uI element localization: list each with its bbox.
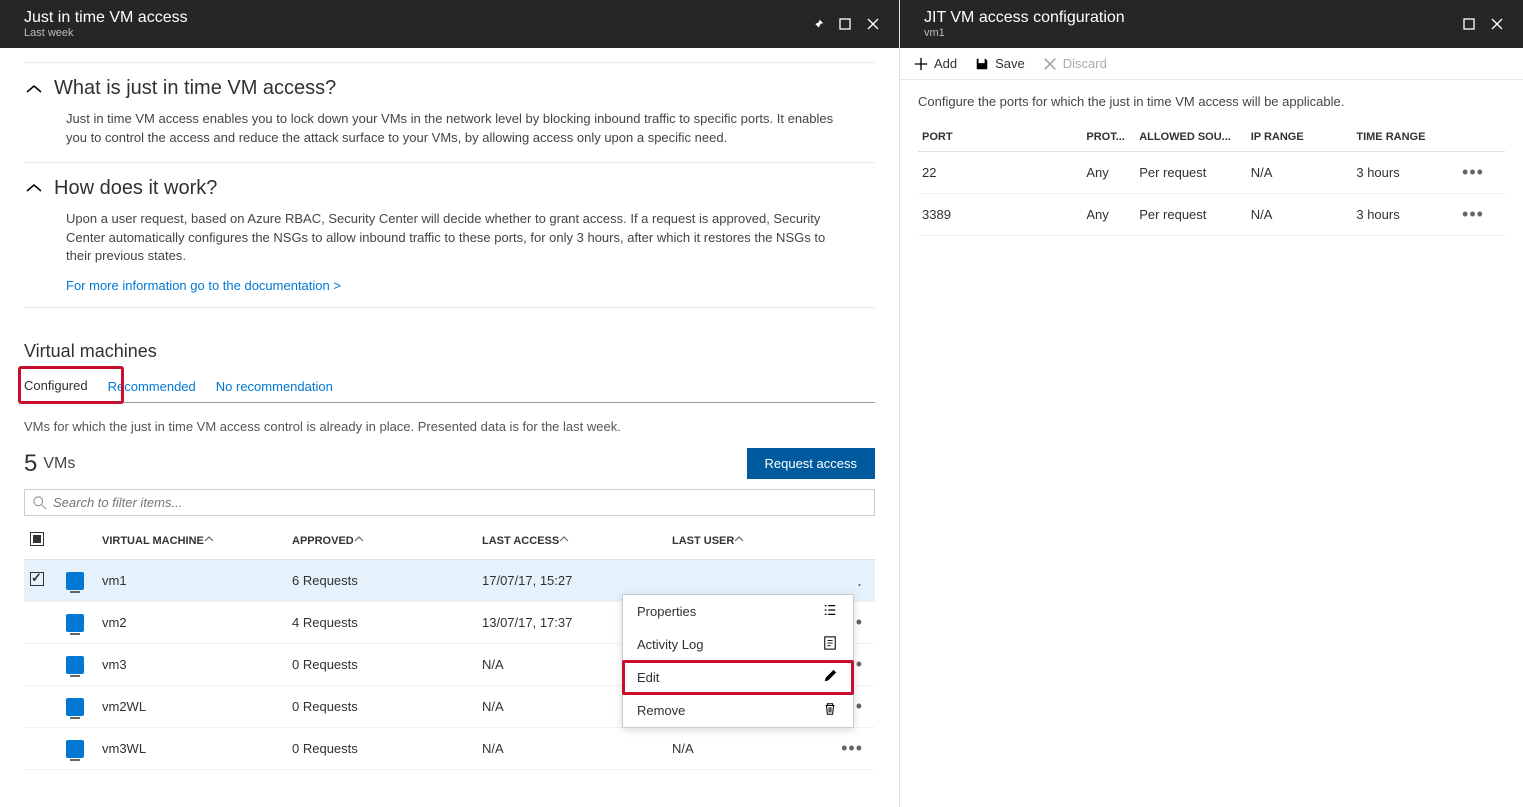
vm-icon [66, 614, 84, 632]
list-icon [823, 603, 839, 620]
menu-edit[interactable]: Edit [623, 661, 853, 694]
search-icon [33, 496, 47, 510]
col-timerange[interactable]: TIME RANGE [1352, 123, 1458, 152]
chevron-up-icon[interactable] [24, 182, 44, 194]
vm-section-title: Virtual machines [24, 341, 875, 362]
maximize-icon[interactable] [831, 10, 859, 38]
row-more-button[interactable]: ••• [1458, 194, 1505, 236]
cell-vm-name: vm2WL [96, 686, 286, 728]
search-box[interactable] [24, 489, 875, 516]
tabs-row: Configured Recommended No recommendation [24, 372, 875, 403]
cell-protocol: Any [1082, 194, 1135, 236]
table-row[interactable]: vm3WL0 RequestsN/AN/A••• [24, 728, 875, 770]
maximize-icon[interactable] [1455, 10, 1483, 38]
sort-icon[interactable] [734, 534, 744, 547]
table-row[interactable]: 22AnyPer requestN/A3 hours••• [918, 152, 1505, 194]
row-checkbox[interactable] [30, 572, 44, 586]
left-title: Just in time VM access [24, 8, 803, 27]
documentation-link[interactable]: For more information go to the documenta… [66, 278, 341, 293]
vm-icon [66, 572, 84, 590]
cell-port: 22 [918, 152, 1082, 194]
col-protocol[interactable]: PROT... [1082, 123, 1135, 152]
info-body: Just in time VM access enables you to lo… [66, 110, 846, 148]
save-button[interactable]: Save [975, 56, 1025, 71]
cell-vm-name: vm2 [96, 602, 286, 644]
menu-activity-log[interactable]: Activity Log [623, 628, 853, 661]
close-icon[interactable] [859, 10, 887, 38]
cell-protocol: Any [1082, 152, 1135, 194]
cell-vm-name: vm1 [96, 560, 286, 602]
vm-count: 5 [24, 450, 37, 478]
cell-allowed: Per request [1135, 194, 1247, 236]
right-title: JIT VM access configuration [924, 8, 1455, 27]
row-context-menu: Properties Activity Log Edit Remove [622, 594, 854, 728]
select-all-checkbox[interactable] [30, 532, 44, 546]
col-last-access: LAST ACCESS [476, 522, 666, 560]
tab-no-recommendation[interactable]: No recommendation [216, 373, 333, 402]
menu-properties[interactable]: Properties [623, 595, 853, 628]
request-access-button[interactable]: Request access [747, 448, 876, 479]
col-iprange[interactable]: IP RANGE [1247, 123, 1353, 152]
discard-icon [1043, 57, 1057, 71]
info-section-what: What is just in time VM access? Just in … [24, 62, 875, 163]
cell-iprange: N/A [1247, 152, 1353, 194]
left-blade-header: Just in time VM access Last week [0, 0, 899, 48]
config-description: Configure the ports for which the just i… [918, 94, 1505, 109]
info-body: Upon a user request, based on Azure RBAC… [66, 210, 846, 267]
col-approved: APPROVED [286, 522, 476, 560]
cell-timerange: 3 hours [1352, 152, 1458, 194]
sort-icon[interactable] [354, 534, 364, 547]
cell-approved: 0 Requests [286, 728, 476, 770]
right-blade-header: JIT VM access configuration vm1 [900, 0, 1523, 48]
sort-icon[interactable] [559, 534, 569, 547]
info-heading: What is just in time VM access? [54, 77, 336, 100]
chevron-up-icon[interactable] [24, 83, 44, 95]
close-icon[interactable] [1483, 10, 1511, 38]
tab-recommended[interactable]: Recommended [108, 373, 196, 402]
right-subtitle: vm1 [924, 27, 1455, 40]
discard-button[interactable]: Discard [1043, 56, 1107, 71]
plus-icon [914, 57, 928, 71]
add-button[interactable]: Add [914, 56, 957, 71]
pin-icon[interactable] [803, 10, 831, 38]
cell-timerange: 3 hours [1352, 194, 1458, 236]
tab-description: VMs for which the just in time VM access… [24, 419, 875, 434]
cell-approved: 4 Requests [286, 602, 476, 644]
vm-count-label: VMs [43, 455, 75, 473]
vm-icon [66, 740, 84, 758]
vm-icon [66, 698, 84, 716]
row-more-button[interactable]: ••• [835, 728, 875, 770]
row-more-button[interactable]: ••• [1458, 152, 1505, 194]
tab-configured[interactable]: Configured [24, 372, 88, 403]
left-subtitle: Last week [24, 27, 803, 40]
cell-iprange: N/A [1247, 194, 1353, 236]
table-row[interactable]: 3389AnyPer requestN/A3 hours••• [918, 194, 1505, 236]
col-vm: VIRTUAL MACHINE [96, 522, 286, 560]
search-input[interactable] [53, 495, 866, 510]
cell-allowed: Per request [1135, 152, 1247, 194]
cell-vm-name: vm3 [96, 644, 286, 686]
trash-icon [823, 702, 839, 719]
col-port[interactable]: PORT [918, 123, 1082, 152]
cell-approved: 0 Requests [286, 686, 476, 728]
vm-icon [66, 656, 84, 674]
save-icon [975, 57, 989, 71]
port-table: PORT PROT... ALLOWED SOU... IP RANGE TIM… [918, 123, 1505, 236]
right-toolbar: Add Save Discard [900, 48, 1523, 80]
menu-remove[interactable]: Remove [623, 694, 853, 727]
cell-approved: 0 Requests [286, 644, 476, 686]
cell-port: 3389 [918, 194, 1082, 236]
sort-icon[interactable] [204, 534, 214, 547]
cell-last-user: N/A [666, 728, 835, 770]
log-icon [823, 636, 839, 653]
info-heading: How does it work? [54, 177, 217, 200]
edit-icon [823, 669, 839, 686]
col-last-user: LAST USER [666, 522, 835, 560]
info-section-how: How does it work? Upon a user request, b… [24, 162, 875, 309]
col-allowed[interactable]: ALLOWED SOU... [1135, 123, 1247, 152]
cell-last-access: N/A [476, 728, 666, 770]
cell-approved: 6 Requests [286, 560, 476, 602]
cell-vm-name: vm3WL [96, 728, 286, 770]
